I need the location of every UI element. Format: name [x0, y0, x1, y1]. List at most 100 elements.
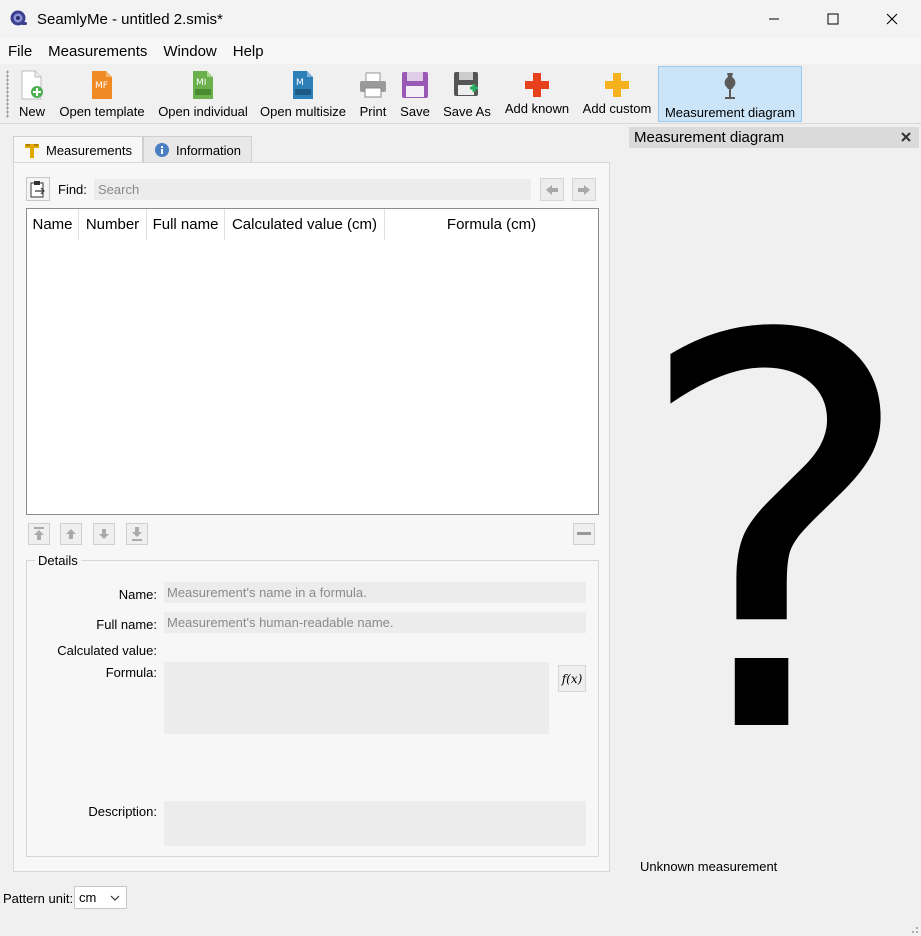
svg-text:M: M	[296, 78, 304, 88]
dock-close-button[interactable]	[899, 129, 913, 145]
title-bar: SeamlyMe - untitled 2.smis*	[0, 0, 921, 38]
save-label: Save	[400, 104, 430, 119]
open-individual-icon: MI	[188, 69, 218, 101]
remove-measurement-button[interactable]	[573, 523, 595, 545]
arrow-right-icon	[578, 184, 590, 195]
open-multisize-button[interactable]: M Open multisize	[257, 66, 349, 122]
open-template-icon: MF	[87, 69, 117, 101]
new-document-icon	[17, 69, 47, 101]
close-window-button[interactable]	[862, 0, 921, 38]
move-bottom-button[interactable]	[126, 523, 148, 545]
pattern-unit-select[interactable]: cm	[74, 886, 127, 909]
minus-icon	[577, 532, 591, 535]
tab-information[interactable]: Information	[142, 136, 253, 163]
toolbar-grip[interactable]	[6, 70, 9, 118]
print-button[interactable]: Print	[355, 66, 391, 122]
save-as-label: Save As	[443, 104, 491, 119]
resize-grip-icon[interactable]	[909, 924, 919, 934]
new-label: New	[18, 104, 45, 119]
measurements-panel: Find: Name Number Full name Calculated v…	[13, 162, 610, 872]
open-individual-button[interactable]: MI Open individual	[155, 66, 251, 122]
measurements-table[interactable]: Name Number Full name Calculated value (…	[26, 208, 599, 515]
svg-text:MI: MI	[196, 78, 206, 88]
plus-yellow-icon	[602, 69, 632, 101]
open-template-label: Open template	[59, 104, 145, 119]
name-label: Name:	[118, 587, 157, 602]
maximize-button[interactable]	[803, 0, 862, 38]
arrow-up-icon	[66, 529, 76, 539]
paste-button[interactable]	[26, 177, 50, 201]
move-up-button[interactable]	[60, 523, 82, 545]
chevron-down-icon	[110, 895, 120, 901]
tab-measurements-label: Measurements	[46, 143, 132, 158]
arrow-left-icon	[546, 184, 558, 195]
status-bar: Pattern unit: cm	[0, 884, 921, 936]
ruler-icon	[24, 143, 40, 159]
close-icon	[901, 132, 911, 142]
tab-measurements[interactable]: Measurements	[13, 136, 143, 164]
app-logo-icon	[9, 9, 29, 29]
column-header-formula[interactable]: Formula (cm)	[385, 209, 598, 240]
menu-bar: File Measurements Window Help	[0, 38, 921, 64]
print-label: Print	[359, 104, 387, 119]
toolbar: New MF Open template MI Open individual …	[0, 64, 921, 124]
unknown-measurement-glyph: ?	[640, 290, 910, 740]
find-row: Find:	[26, 177, 601, 201]
find-previous-button[interactable]	[540, 178, 564, 201]
diagram-dock-title: Measurement diagram	[634, 129, 785, 146]
add-custom-label: Add custom	[582, 101, 652, 116]
diagram-caption: Unknown measurement	[640, 859, 778, 874]
description-field[interactable]	[164, 801, 586, 846]
full-name-field[interactable]	[164, 612, 586, 633]
save-button[interactable]: Save	[397, 66, 433, 122]
floppy-save-as-icon	[452, 69, 482, 101]
measurement-diagram-image: ?	[632, 225, 919, 853]
menu-measurements[interactable]: Measurements	[40, 43, 155, 60]
floppy-icon	[400, 69, 430, 101]
pattern-unit-label: Pattern unit:	[3, 891, 74, 906]
column-header-calculated-value[interactable]: Calculated value (cm)	[225, 209, 385, 240]
arrow-bottom-icon	[132, 527, 142, 541]
details-group: Details Name: Full name: Calculated valu…	[26, 553, 599, 857]
save-as-button[interactable]: Save As	[439, 66, 495, 122]
calculated-value-label: Calculated value:	[57, 643, 157, 658]
printer-icon	[358, 69, 388, 101]
description-label: Description:	[88, 804, 157, 819]
add-known-button[interactable]: Add known	[501, 66, 573, 122]
column-header-full-name[interactable]: Full name	[147, 209, 225, 240]
name-field[interactable]	[164, 582, 586, 603]
find-next-button[interactable]	[572, 178, 596, 201]
close-icon	[886, 13, 897, 25]
details-title: Details	[35, 553, 81, 568]
tab-bar: Measurements Information	[13, 136, 253, 164]
open-template-button[interactable]: MF Open template	[57, 66, 147, 122]
column-header-name[interactable]: Name	[27, 209, 79, 240]
menu-help[interactable]: Help	[225, 43, 272, 60]
find-label: Find:	[58, 182, 87, 197]
tab-information-label: Information	[175, 142, 242, 158]
new-button[interactable]: New	[14, 66, 50, 122]
formula-wizard-button[interactable]: f(x)	[558, 665, 586, 692]
menu-window[interactable]: Window	[155, 43, 224, 60]
formula-field[interactable]	[164, 662, 549, 734]
open-individual-label: Open individual	[158, 104, 248, 119]
search-input[interactable]	[94, 179, 531, 200]
window-title: SeamlyMe - untitled 2.smis*	[37, 10, 223, 28]
add-custom-button[interactable]: Add custom	[579, 66, 655, 122]
measurement-diagram-button[interactable]: Measurement diagram	[658, 66, 802, 122]
open-multisize-icon: M	[288, 69, 318, 101]
column-header-number[interactable]: Number	[79, 209, 147, 240]
minimize-button[interactable]	[744, 0, 803, 38]
formula-label: Formula:	[105, 665, 157, 680]
row-move-buttons	[26, 523, 599, 545]
move-down-button[interactable]	[93, 523, 115, 545]
menu-file[interactable]: File	[0, 43, 40, 60]
move-top-button[interactable]	[28, 523, 50, 545]
diagram-dock-title-bar[interactable]: Measurement diagram	[629, 127, 919, 148]
info-icon	[154, 142, 170, 158]
measurement-diagram-label: Measurement diagram	[664, 105, 796, 120]
pattern-unit-value: cm	[79, 890, 97, 905]
maximize-icon	[827, 13, 838, 25]
clipboard-icon	[30, 181, 45, 198]
full-name-label: Full name:	[96, 617, 157, 632]
